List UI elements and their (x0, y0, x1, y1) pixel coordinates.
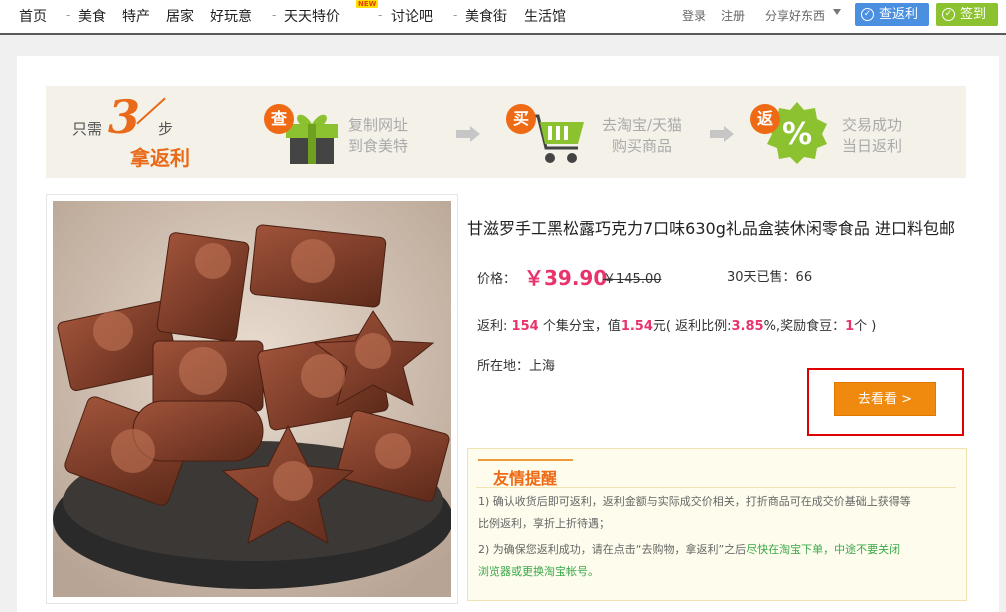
nav-separator: - (66, 8, 71, 22)
nav-home[interactable]: 首页 (19, 6, 47, 26)
price-label: 价格： (477, 272, 517, 287)
step-text: 去淘宝/天猫 购买商品 (601, 116, 683, 155)
arrow-right-icon (710, 130, 724, 138)
divider (476, 487, 956, 488)
new-badge: NEW (356, 0, 379, 8)
check-circle-icon: ✓ (861, 8, 874, 21)
steps-lead-text: 只需 (72, 120, 103, 138)
arrow-right-icon (470, 126, 480, 142)
steps-number: 3 (108, 90, 141, 144)
reward-beans: 1 (845, 319, 855, 334)
step-badge: 买 (506, 104, 536, 134)
check-circle-icon: ✓ (942, 8, 955, 21)
rebate-value: 1.54 (620, 319, 653, 334)
rebate-info: 返利: 154 个集分宝，值1.54元( 返利比例:3.85%,奖励食豆：1个 … (477, 319, 877, 334)
sign-in-button[interactable]: ✓ 签到 (936, 3, 998, 26)
rebate-ratio: 3.85 (731, 319, 764, 334)
nav-separator: - (453, 8, 458, 22)
nav-separator: - (272, 8, 277, 22)
share-link[interactable]: 分享好东西 (765, 7, 825, 24)
steps-get-rebate: 拿返利 (130, 146, 190, 170)
arrow-right-icon (456, 130, 470, 138)
title-underline (478, 459, 573, 461)
nav-forum[interactable]: 讨论吧 (391, 6, 433, 26)
reminder-item: 2) 为确保您返利成功，请在点击“去购物，拿返利”之后尽快在淘宝下单，中途不要关… (478, 543, 901, 578)
nav-gadgets[interactable]: 好玩意 (210, 6, 252, 26)
nav-daily-deals[interactable]: 天天特价 (284, 6, 340, 26)
product-image[interactable] (46, 194, 458, 604)
check-rebate-button[interactable]: ✓ 查返利 (855, 3, 929, 26)
product-title[interactable]: 甘滋罗手工黑松露巧克力7口味630g礼品盒装休闲零食品 进口料包邮 (467, 215, 955, 239)
arrow-right-icon (724, 126, 734, 142)
step-text: 交易成功 当日返利 (842, 116, 903, 155)
nav-separator: - (378, 8, 383, 22)
steps-lead-text: 步 (158, 120, 174, 138)
reminder-title: 友情提醒 (493, 469, 558, 488)
current-price: ￥39.90 (524, 266, 608, 290)
friendly-reminder-box: 友情提醒 1) 确认收货后即可返利，返利金额与实际成交价相关，打折商品可在成交价… (467, 448, 967, 601)
monthly-sales: 30天已售：66 (727, 270, 813, 285)
nav-food[interactable]: 美食 (78, 6, 106, 26)
top-navigation: 首页 - 美食 特产 居家 好玩意 - 天天特价 NEW - 讨论吧 - 美食街… (0, 0, 1006, 35)
step-badge: 查 (264, 104, 294, 134)
reminder-item: 1) 确认收货后即可返利，返利金额与实际成交价相关，打折商品可在成交价基础上获得… (478, 495, 911, 530)
product-location: 所在地：上海 (477, 359, 556, 374)
nav-food-street[interactable]: 美食街 (465, 6, 507, 26)
chevron-down-icon[interactable] (833, 9, 841, 15)
step-text: 复制网址 到食美特 (348, 116, 409, 155)
nav-life-hall[interactable]: 生活馆 (524, 6, 566, 26)
chocolate-truffle-image (53, 201, 451, 597)
original-price: ￥145.00 (603, 272, 662, 287)
svg-text:%: % (782, 117, 812, 152)
rebate-steps-banner: 只需 3 步 拿返利 查 复制网址 到食美特 买 去淘宝/天猫 购买商品 % 返… (46, 86, 966, 178)
login-link[interactable]: 登录 (682, 7, 706, 24)
go-see-button[interactable]: 去看看 > (834, 382, 936, 416)
nav-home-living[interactable]: 居家 (166, 6, 194, 26)
step-badge: 返 (750, 104, 780, 134)
nav-specialty[interactable]: 特产 (122, 6, 150, 26)
register-link[interactable]: 注册 (721, 7, 745, 24)
rebate-amount: 154 (511, 319, 539, 334)
